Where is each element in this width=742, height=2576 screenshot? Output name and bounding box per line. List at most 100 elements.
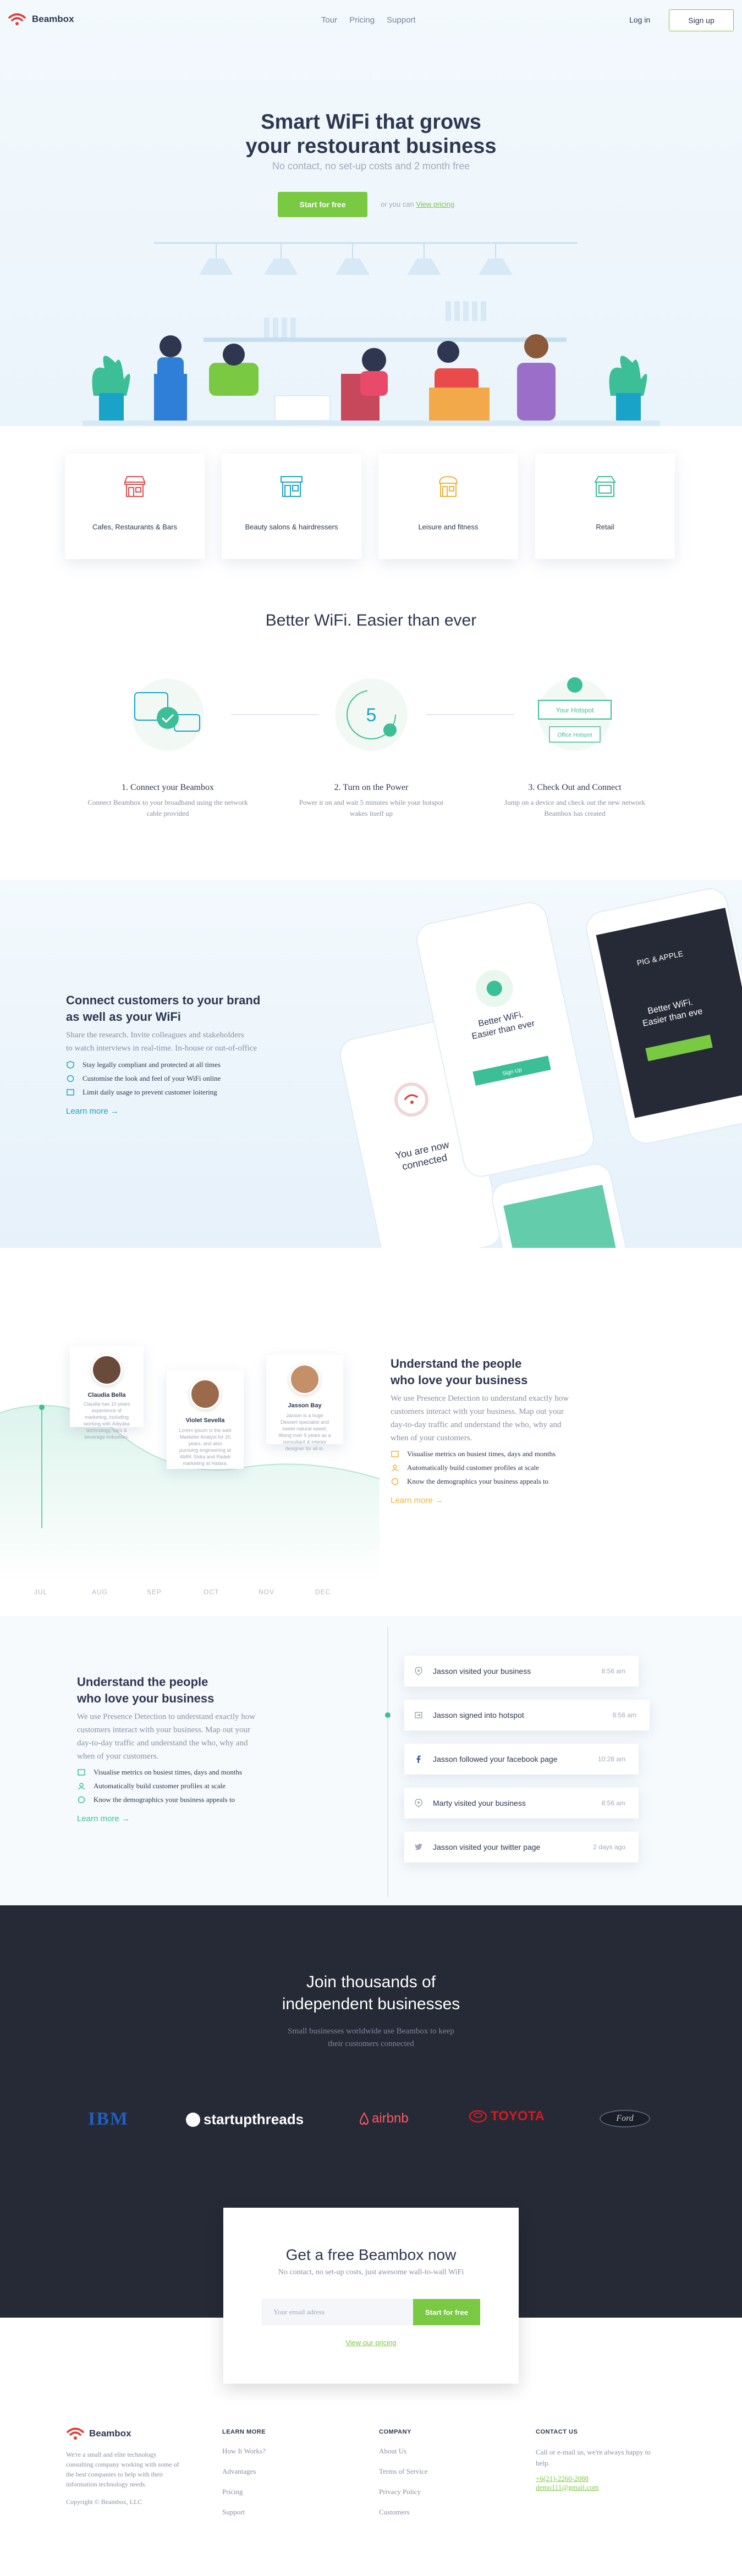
router-check-icon (131, 678, 204, 751)
contact-text-line: help. (536, 2459, 550, 2467)
activity-time: 8:56 am (601, 1667, 625, 1675)
presence-title: Understand the people who love your busin… (391, 1356, 622, 1389)
nav-link-pricing[interactable]: Pricing (349, 15, 375, 25)
presence-title-line: who love your business (391, 1373, 528, 1387)
footer-link[interactable]: Privacy Policy (379, 2487, 428, 2496)
activity-text: Jasson visited your business (433, 1667, 531, 1676)
timer-value: 5 (366, 705, 377, 726)
hotspot-ssid-alt: Office Hotspot (557, 732, 592, 738)
month-label: JUL (34, 1588, 48, 1596)
hotspot-ssid: Your Hotspot (556, 706, 595, 714)
connect-desc-line: to watch interviews in real-time. In-hou… (66, 1044, 257, 1053)
activity-item[interactable]: Jasson signed into hotspot 8:56 am (404, 1700, 650, 1731)
pie-icon (391, 1478, 399, 1485)
feature-label: Visualise metrics on busiest times, days… (407, 1450, 556, 1458)
toyota-text: TOYOTA (491, 2109, 545, 2124)
presence-features: Visualise metrics on busiest times, days… (391, 1450, 622, 1486)
activity-title-line: Understand the people (77, 1675, 208, 1689)
login-link[interactable]: Log in (629, 15, 650, 24)
presence-learn-more-link[interactable]: Learn more → (391, 1496, 622, 1505)
ford-logo: Ford (600, 2110, 650, 2127)
brand-logo[interactable]: Beambox (8, 12, 74, 26)
hero-title: Smart WiFi that grows your restourant bus… (0, 110, 742, 158)
step-desc-line: wakes itself up (350, 809, 393, 817)
step-desc-line: Jump on a device and check out the new n… (504, 798, 645, 806)
footer-link[interactable]: How It Works? (222, 2447, 266, 2456)
footer-learn-more: LEARN MORE How It Works? Advantages Pric… (222, 2429, 266, 2517)
view-our-pricing-link[interactable]: View our pricing (223, 2339, 519, 2347)
connect-title-line: as well as your WiFi (66, 1010, 181, 1024)
steps: 1. Connect your Beambox Connect Beambox … (0, 671, 742, 858)
connect-desc-line: Share the research. Invite colleagues an… (66, 1031, 244, 1040)
activity-time: 10:28 am (597, 1755, 625, 1763)
connect-learn-more-link[interactable]: Learn more → (66, 1107, 319, 1116)
profile-card[interactable]: Jasson Bay Jasson is a huge Dessert spec… (266, 1355, 343, 1451)
profile-card[interactable]: Claudia Bella Claudia has 10 years exper… (70, 1346, 144, 1440)
month-label: SEP (147, 1588, 162, 1596)
footer-link[interactable]: About Us (379, 2447, 428, 2456)
activity-learn-more-link[interactable]: Learn more → (77, 1814, 319, 1823)
start-free-submit-button[interactable]: Start for free (413, 2299, 480, 2325)
join-subtitle: Small businesses worldwide use Beambox t… (0, 2025, 742, 2050)
activity-item[interactable]: Jasson visited your business 8:56 am (404, 1656, 639, 1687)
profile-bio: Lorem ipsum is the web Marketer Analyst … (179, 1428, 232, 1466)
nav-link-tour[interactable]: Tour (321, 15, 337, 25)
footer-brand-name: Beambox (89, 2428, 131, 2439)
startupthreads-text: startupthreads (204, 2111, 304, 2127)
brand-name: Beambox (32, 14, 74, 24)
contact-phone-link[interactable]: +6(21)-2260-2088 (536, 2474, 668, 2483)
category-card-cafes[interactable]: Cafes, Restaurants & Bars (65, 454, 205, 559)
feature-label: Know the demographics your business appe… (94, 1795, 235, 1804)
footer-link[interactable]: Advantages (222, 2467, 266, 2476)
footer-link[interactable]: Customers (379, 2508, 428, 2517)
footer-logo[interactable]: Beambox (66, 2426, 179, 2441)
step-title: 3. Check Out and Connect (528, 783, 622, 792)
toyota-logo: TOYOTA (469, 2109, 545, 2124)
timeline-line (385, 1627, 391, 1897)
footer-link[interactable]: Pricing (222, 2487, 266, 2496)
footer-heading: LEARN MORE (222, 2429, 266, 2435)
desc-line: day-to-day traffic and understand the wh… (77, 1739, 248, 1748)
join-subtitle-line: Small businesses worldwide use Beambox t… (288, 2027, 454, 2036)
activity-text: Marty visited your business (433, 1799, 526, 1807)
avatar (190, 1379, 221, 1409)
about-line: the best companies to help with their (66, 2470, 163, 2478)
category-card-leisure[interactable]: Leisure and fitness (378, 454, 518, 559)
feature-item: Automatically build customer profiles at… (77, 1782, 319, 1790)
start-free-button[interactable]: Start for free (278, 192, 367, 217)
desc-line: customers interact with your business. M… (77, 1726, 250, 1734)
user-icon (78, 1783, 85, 1790)
learn-more-label: Learn more (77, 1814, 119, 1823)
airbnb-logo: airbnb (359, 2111, 409, 2126)
nav-link-support[interactable]: Support (387, 15, 416, 25)
about-line: We're a small and elite technology (66, 2451, 157, 2458)
view-pricing-link[interactable]: View pricing (416, 200, 454, 208)
feature-item: Visualise metrics on busiest times, days… (391, 1450, 622, 1458)
profile-card[interactable]: Violet Sevella Lorem ipsum is the web Ma… (167, 1370, 244, 1469)
contact-text-line: Call or e-mail us, we're always happy to (536, 2448, 651, 2456)
contact-text: Call or e-mail us, we're always happy to… (536, 2447, 668, 2469)
contact-email-link[interactable]: demo111@gmail.com (536, 2483, 668, 2492)
startupthreads-logo: startupthreads (186, 2111, 304, 2128)
connect-title: Connect customers to your brand as well a… (66, 992, 319, 1025)
signup-button[interactable]: Sign up (669, 9, 734, 31)
hero-title-line: Smart WiFi that grows (261, 110, 481, 134)
toyota-mark-icon (469, 2110, 487, 2123)
category-card-beauty[interactable]: Beauty salons & hairdressers (222, 454, 361, 559)
activity-item[interactable]: Marty visited your business 8:56 am (404, 1788, 639, 1818)
activity-desc: We use Presence Detection to understand … (77, 1710, 319, 1763)
connect-desc: Share the research. Invite colleagues an… (66, 1029, 319, 1055)
activity-item[interactable]: Jasson visited your twitter page 2 days a… (404, 1832, 639, 1862)
location-pin-icon (415, 1667, 422, 1676)
footer-link[interactable]: Support (222, 2508, 266, 2517)
hero-subtitle: No contact, no set-up costs and 2 month … (272, 161, 470, 172)
email-input[interactable]: Your email adress (262, 2299, 413, 2325)
category-card-retail[interactable]: Retail (535, 454, 675, 559)
profile-name: Jasson Bay (288, 1402, 322, 1409)
footer-heading: COMPANY (379, 2429, 411, 2435)
feature-item: Customise the look and feel of your WiFi… (66, 1074, 319, 1083)
activity-item[interactable]: Jasson followed your facebook page 10:28 … (404, 1744, 639, 1775)
ibm-logo: IBM (88, 2109, 129, 2129)
desc-line: when of your customers. (391, 1434, 472, 1442)
footer-link[interactable]: Terms of Service (379, 2467, 428, 2476)
